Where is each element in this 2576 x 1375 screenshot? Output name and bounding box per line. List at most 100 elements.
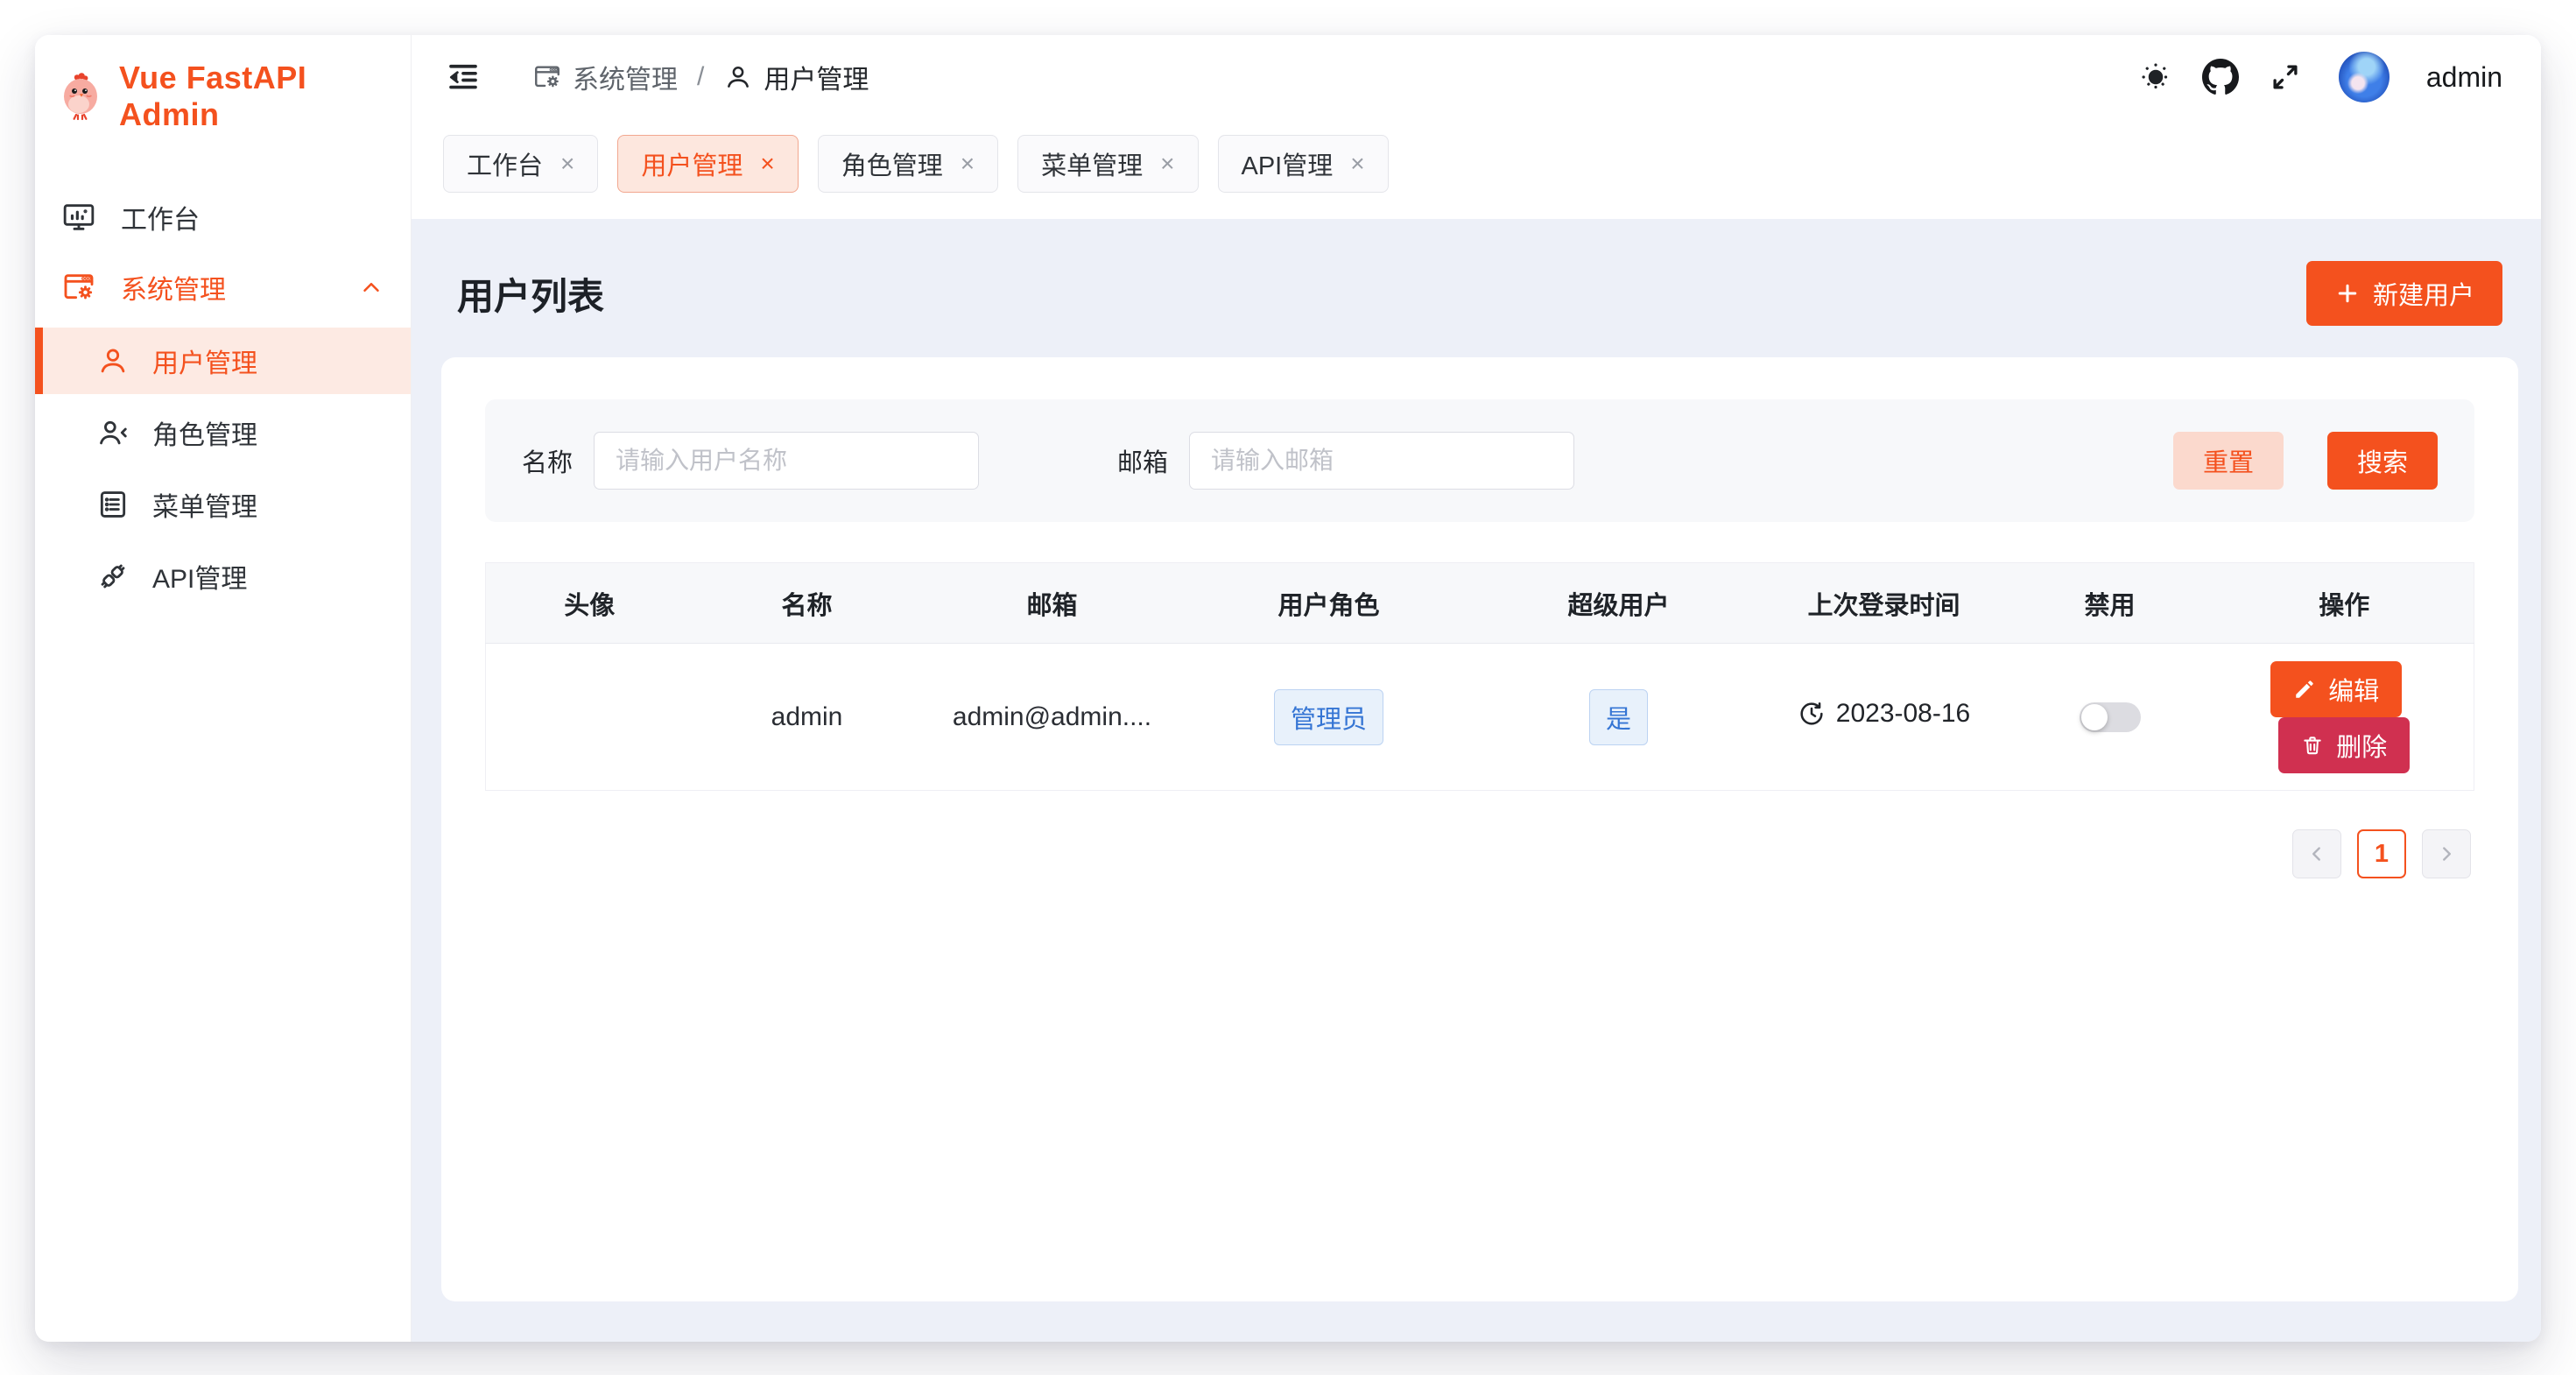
sidebar: Vue FastAPI Admin 工作台 — [35, 35, 412, 1342]
cell-disabled — [2005, 644, 2215, 791]
column-header-name: 名称 — [693, 563, 921, 644]
column-header-lastlogin: 上次登录时间 — [1763, 563, 2005, 644]
page-header: 用户列表 新建用户 — [441, 252, 2518, 326]
username[interactable]: admin — [2426, 61, 2502, 94]
role-tag: 管理员 — [1274, 689, 1383, 745]
users-table: 头像 名称 邮箱 用户角色 超级用户 上次登录时间 禁用 操作 — [485, 562, 2474, 791]
close-icon[interactable]: × — [560, 152, 574, 176]
sidebar-item-label: 角色管理 — [152, 413, 257, 452]
sidebar-item-label: 工作台 — [121, 198, 384, 236]
chevron-up-icon — [358, 274, 384, 300]
pencil-icon — [2293, 678, 2316, 701]
name-filter-label: 名称 — [522, 442, 573, 479]
tab-apis[interactable]: API管理 × — [1218, 135, 1389, 193]
sidebar-item-label: API管理 — [152, 557, 247, 596]
breadcrumb-item-system[interactable]: 系统管理 — [532, 58, 678, 96]
main-area: 系统管理 / 用户管理 — [412, 35, 2541, 1342]
sidebar-item-users[interactable]: 用户管理 — [35, 328, 411, 394]
breadcrumb-label: 用户管理 — [764, 58, 869, 96]
email-filter-label: 邮箱 — [1117, 442, 1168, 479]
cell-superuser: 是 — [1475, 644, 1763, 791]
person-icon — [96, 344, 130, 377]
tab-label: 用户管理 — [641, 145, 743, 182]
superuser-tag: 是 — [1589, 689, 1648, 745]
chick-logo-icon — [58, 72, 103, 121]
filter-panel: 名称 邮箱 重置 搜索 — [485, 399, 2474, 522]
reset-button[interactable]: 重置 — [2173, 432, 2284, 490]
close-icon[interactable]: × — [1350, 152, 1364, 176]
sidebar-item-label: 用户管理 — [152, 342, 257, 380]
create-user-button[interactable]: 新建用户 — [2306, 261, 2502, 326]
table-header-row: 头像 名称 邮箱 用户角色 超级用户 上次登录时间 禁用 操作 — [486, 563, 2474, 644]
sidebar-item-apis[interactable]: API管理 — [35, 543, 411, 610]
table-row: admin admin@admin.... 管理员 是 — [486, 644, 2474, 791]
tabs-bar: 工作台 × 用户管理 × 角色管理 × 菜单管理 × API管理 × — [412, 119, 2541, 219]
sidebar-item-menus[interactable]: 菜单管理 — [35, 471, 411, 538]
user-list-card: 名称 邮箱 重置 搜索 头像 名称 邮箱 用户角色 — [441, 357, 2518, 1301]
toggle-knob — [2081, 704, 2108, 730]
tab-roles[interactable]: 角色管理 × — [818, 135, 998, 193]
delete-button[interactable]: 删除 — [2278, 717, 2410, 773]
window-gear-icon — [532, 62, 562, 92]
cell-avatar — [486, 644, 693, 791]
disabled-toggle[interactable] — [2080, 702, 2141, 732]
tab-label: 工作台 — [467, 145, 543, 182]
top-header: 系统管理 / 用户管理 — [412, 35, 2541, 119]
theme-toggle-sun-icon[interactable] — [2136, 57, 2176, 97]
trash-icon — [2301, 734, 2324, 757]
last-login-value: 2023-08-16 — [1836, 699, 1970, 729]
page-number-1[interactable]: 1 — [2357, 829, 2406, 878]
tab-label: 菜单管理 — [1041, 145, 1143, 182]
sidebar-item-workbench[interactable]: 工作台 — [35, 182, 411, 252]
fullscreen-icon[interactable] — [2265, 57, 2305, 97]
sidebar-submenu: 用户管理 角色管理 — [35, 328, 411, 610]
tab-label: API管理 — [1242, 145, 1334, 182]
delete-label: 删除 — [2336, 727, 2387, 764]
column-header-superuser: 超级用户 — [1475, 563, 1763, 644]
person-role-icon — [96, 416, 130, 449]
tab-menus[interactable]: 菜单管理 × — [1017, 135, 1198, 193]
breadcrumb-separator: / — [697, 62, 704, 92]
close-icon[interactable]: × — [1160, 152, 1174, 176]
page-content: 用户列表 新建用户 名称 邮箱 — [412, 219, 2541, 1342]
person-icon — [723, 62, 753, 92]
cell-last-login: 2023-08-16 — [1763, 644, 2005, 791]
close-icon[interactable]: × — [961, 152, 975, 176]
email-filter-input[interactable] — [1189, 432, 1574, 490]
window-gear-icon — [61, 270, 96, 305]
sidebar-item-label: 菜单管理 — [152, 485, 257, 524]
column-header-role: 用户角色 — [1184, 563, 1475, 644]
tab-users[interactable]: 用户管理 × — [617, 135, 798, 193]
cell-role: 管理员 — [1184, 644, 1475, 791]
tab-workbench[interactable]: 工作台 × — [443, 135, 598, 193]
cell-actions: 编辑 删除 — [2215, 644, 2474, 791]
close-icon[interactable]: × — [760, 152, 774, 176]
cell-name: admin — [693, 644, 921, 791]
edit-button[interactable]: 编辑 — [2270, 661, 2402, 717]
sidebar-item-roles[interactable]: 角色管理 — [35, 399, 411, 466]
create-user-label: 新建用户 — [2373, 275, 2474, 312]
cell-email: admin@admin.... — [921, 644, 1184, 791]
clock-history-icon — [1798, 700, 1826, 728]
user-avatar[interactable] — [2339, 52, 2389, 102]
breadcrumb: 系统管理 / 用户管理 — [532, 58, 869, 96]
column-header-avatar: 头像 — [486, 563, 693, 644]
sidebar-item-system[interactable]: 系统管理 — [35, 252, 411, 322]
next-page-button[interactable] — [2422, 829, 2471, 878]
github-icon[interactable] — [2200, 57, 2241, 97]
name-filter-input[interactable] — [594, 432, 979, 490]
sidebar-item-label: 系统管理 — [121, 268, 334, 307]
page-title: 用户列表 — [457, 267, 604, 321]
breadcrumb-item-users[interactable]: 用户管理 — [723, 58, 869, 96]
breadcrumb-label: 系统管理 — [573, 58, 678, 96]
edit-label: 编辑 — [2328, 671, 2379, 708]
monitor-icon — [61, 200, 96, 235]
previous-page-button[interactable] — [2292, 829, 2341, 878]
search-button[interactable]: 搜索 — [2327, 432, 2438, 490]
app-logo[interactable]: Vue FastAPI Admin — [35, 35, 411, 151]
collapse-sidebar-icon[interactable] — [443, 57, 483, 97]
column-header-disabled: 禁用 — [2005, 563, 2215, 644]
app-title: Vue FastAPI Admin — [119, 60, 388, 133]
api-plug-icon — [96, 560, 130, 593]
app-window: Vue FastAPI Admin 工作台 — [35, 35, 2541, 1342]
